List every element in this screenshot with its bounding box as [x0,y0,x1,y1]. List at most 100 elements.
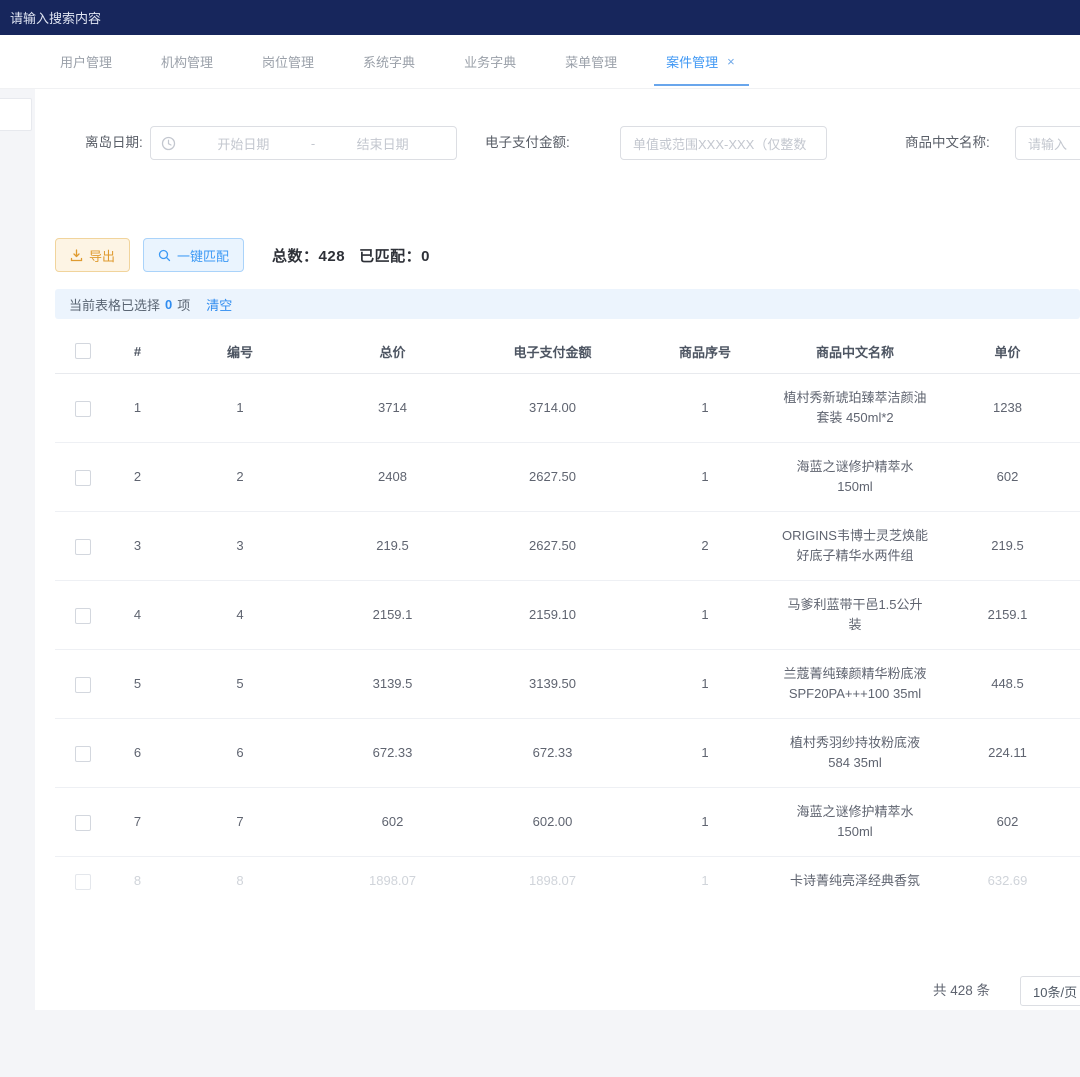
select-all-checkbox[interactable] [75,343,91,359]
cell-unit-price: 602 [935,788,1080,857]
tab-close-icon[interactable]: × [727,55,735,68]
row-checkbox[interactable] [75,608,91,624]
table-row: 4 4 2159.1 2159.10 1 马爹利蓝带干邑1.5公升装 2159.… [55,581,1080,650]
selection-prefix: 当前表格已选择 [69,295,160,314]
selection-suffix: 项 [177,295,190,314]
cell-unit-price: 632.69 [935,857,1080,906]
column-header: 编号 [165,329,315,374]
cell-product-name: 卡诗菁纯亮泽经典香氛 [775,857,935,906]
cell-code: 6 [165,719,315,788]
tab[interactable]: 用户管理 [60,35,112,88]
row-checkbox[interactable] [75,539,91,555]
column-header: 电子支付金额 [470,329,635,374]
cell-product-name: 海蓝之谜修护精萃水 150ml [775,443,935,512]
tab[interactable]: 菜单管理 [565,35,617,88]
tab[interactable]: 系统字典 [363,35,415,88]
cell-epay-amount: 2627.50 [470,512,635,581]
cell-epay-amount: 3139.50 [470,650,635,719]
cell-code: 5 [165,650,315,719]
column-header: 单价 [935,329,1080,374]
download-icon [70,249,83,262]
cell-product-seq: 2 [635,512,775,581]
search-icon [158,249,171,262]
cell-product-name: 海蓝之谜修护精萃水 150ml [775,788,935,857]
cell-index: 4 [110,581,165,650]
cell-unit-price: 224.11 [935,719,1080,788]
cell-product-name: 植村秀羽纱持妆粉底液 584 35ml [775,719,935,788]
cell-product-seq: 1 [635,443,775,512]
cell-product-seq: 1 [635,788,775,857]
date-end-placeholder[interactable]: 结束日期 [319,134,446,153]
match-stats: 总数：428已匹配：0 [272,245,430,266]
data-table: #编号总价电子支付金额商品序号商品中文名称单价 1 1 3714 3714.00… [55,329,1080,905]
cell-unit-price: 219.5 [935,512,1080,581]
page-size-select[interactable]: 10条/页 [1020,976,1080,1006]
cell-total-price: 602 [315,788,470,857]
clear-selection-link[interactable]: 清空 [206,295,232,314]
content-card: 离岛日期: 开始日期 - 结束日期 电子支付金额: 单值或范围XXX-XXX（仅… [35,89,1080,1010]
cell-total-price: 3139.5 [315,650,470,719]
amount-placeholder: 单值或范围XXX-XXX（仅整数 [633,134,806,153]
tab-bar: 用户管理 机构管理 岗位管理 系统字典 业务字典 菜单管理 案件管理 × [0,35,1080,89]
cell-index: 6 [110,719,165,788]
row-checkbox[interactable] [75,815,91,831]
match-button-label: 一键匹配 [177,246,229,265]
cell-unit-price: 1238 [935,374,1080,443]
date-range-separator: - [307,136,319,151]
cell-code: 1 [165,374,315,443]
matched-value: 0 [421,248,430,265]
column-header: 总价 [315,329,470,374]
product-name-input[interactable]: 请输入 [1015,126,1080,160]
product-name-placeholder: 请输入 [1028,134,1067,153]
table-row: 2 2 2408 2627.50 1 海蓝之谜修护精萃水 150ml 602 [55,443,1080,512]
column-header: 商品序号 [635,329,775,374]
table-row: 6 6 672.33 672.33 1 植村秀羽纱持妆粉底液 584 35ml … [55,719,1080,788]
export-button[interactable]: 导出 [55,238,130,272]
table-row: 7 7 602 602.00 1 海蓝之谜修护精萃水 150ml 602 [55,788,1080,857]
date-start-placeholder[interactable]: 开始日期 [180,134,307,153]
row-checkbox[interactable] [75,401,91,417]
amount-input[interactable]: 单值或范围XXX-XXX（仅整数 [620,126,827,160]
cell-product-name: ORIGINS韦博士灵芝焕能好底子精华水两件组 [775,512,935,581]
row-checkbox[interactable] [75,470,91,486]
cell-epay-amount: 2159.10 [470,581,635,650]
tab-label: 菜单管理 [565,52,617,71]
cell-index: 7 [110,788,165,857]
cell-unit-price: 602 [935,443,1080,512]
tab-label: 用户管理 [60,52,112,71]
tab[interactable]: 案件管理 × [666,35,735,88]
row-checkbox[interactable] [75,874,91,890]
one-click-match-button[interactable]: 一键匹配 [143,238,244,272]
cell-index: 8 [110,857,165,906]
cell-epay-amount: 2627.50 [470,443,635,512]
cell-product-name: 植村秀新琥珀臻萃洁颜油套装 450ml*2 [775,374,935,443]
cell-product-seq: 1 [635,581,775,650]
table-row: 5 5 3139.5 3139.50 1 兰蔻菁纯臻颜精华粉底液SPF20PA+… [55,650,1080,719]
selection-bar: 当前表格已选择 0 项 清空 [55,289,1080,319]
date-range-picker[interactable]: 开始日期 - 结束日期 [150,126,457,160]
export-button-label: 导出 [89,246,115,265]
filter-row: 离岛日期: 开始日期 - 结束日期 电子支付金额: 单值或范围XXX-XXX（仅… [35,126,1080,160]
table-header-row: #编号总价电子支付金额商品序号商品中文名称单价 [55,329,1080,374]
row-checkbox[interactable] [75,746,91,762]
total-label: 总数： [272,248,319,265]
global-search-input[interactable]: 请输入搜索内容 [10,8,101,27]
toolbar: 导出 一键匹配 总数：428已匹配：0 [55,238,430,272]
tab[interactable]: 岗位管理 [262,35,314,88]
table-row: 8 8 1898.07 1898.07 1 卡诗菁纯亮泽经典香氛 632.69 [55,857,1080,906]
page-size-value: 10条/页 [1033,982,1077,1001]
cell-total-price: 219.5 [315,512,470,581]
cell-product-name: 马爹利蓝带干邑1.5公升装 [775,581,935,650]
row-checkbox[interactable] [75,677,91,693]
tab[interactable]: 机构管理 [161,35,213,88]
cell-epay-amount: 1898.07 [470,857,635,906]
cell-index: 2 [110,443,165,512]
cell-code: 2 [165,443,315,512]
cell-code: 3 [165,512,315,581]
tab[interactable]: 业务字典 [464,35,516,88]
cell-index: 3 [110,512,165,581]
collapsed-panel-stub [0,98,32,131]
cell-total-price: 672.33 [315,719,470,788]
date-filter-label: 离岛日期: [85,126,143,160]
tab-label: 业务字典 [464,52,516,71]
